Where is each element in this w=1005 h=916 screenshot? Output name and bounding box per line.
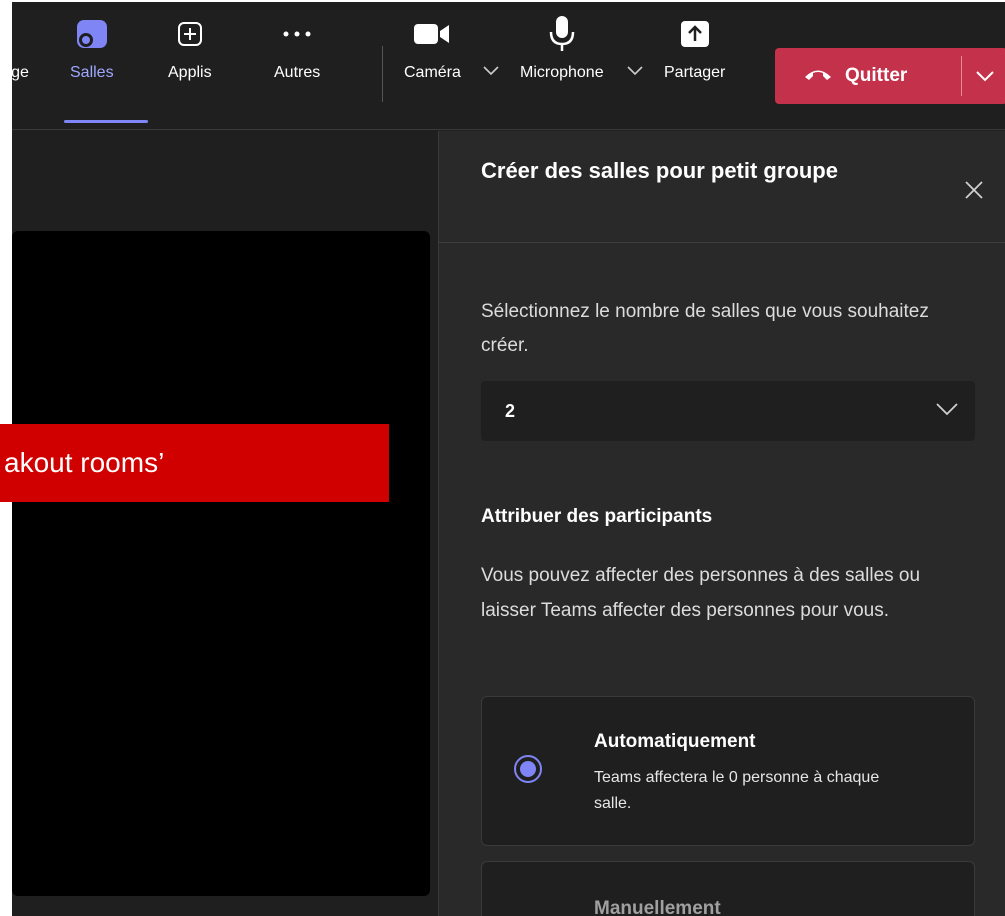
teams-meeting-window: ge Salles Applis Autres Caméra Microphon… bbox=[0, 0, 1005, 916]
annotation-banner-text: akout rooms’ bbox=[4, 447, 165, 478]
share-icon bbox=[675, 12, 715, 56]
video-area bbox=[12, 231, 430, 896]
quitter-button-group: Quitter bbox=[775, 48, 1005, 104]
active-tab-indicator bbox=[64, 120, 148, 123]
more-dots-icon bbox=[277, 12, 317, 56]
assign-participants-description: Vous pouvez affecter des personnes à des… bbox=[481, 565, 921, 621]
option-automatic-title: Automatiquement bbox=[594, 731, 756, 752]
option-manual[interactable]: Manuellement bbox=[481, 861, 975, 916]
applis-button[interactable]: Applis bbox=[168, 12, 212, 82]
toolbar-partial-button[interactable]: ge bbox=[0, 12, 40, 82]
partager-label: Partager bbox=[664, 64, 726, 81]
applis-label: Applis bbox=[168, 64, 212, 81]
quitter-options-chevron[interactable] bbox=[962, 48, 1005, 104]
annotation-banner: akout rooms’ bbox=[0, 424, 389, 502]
toolbar-partial-label: ge bbox=[11, 64, 29, 81]
option-automatic[interactable]: Automatiquement Teams affectera le 0 per… bbox=[481, 696, 975, 846]
microphone-icon bbox=[542, 12, 582, 56]
panel-header: Créer des salles pour petit groupe bbox=[439, 131, 1005, 243]
camera-label: Caméra bbox=[404, 64, 461, 81]
rooms-count-select[interactable]: 2 bbox=[481, 381, 975, 441]
toolbar-separator bbox=[382, 46, 383, 102]
autres-button[interactable]: Autres bbox=[274, 12, 320, 82]
option-manual-title: Manuellement bbox=[594, 898, 721, 916]
camera-options-chevron[interactable] bbox=[482, 64, 500, 80]
radio-selected-dot bbox=[520, 761, 536, 777]
assign-participants-heading: Attribuer des participants bbox=[481, 506, 713, 527]
quitter-button[interactable]: Quitter bbox=[775, 48, 961, 104]
rooms-count-description: Sélectionnez le nombre de salles que vou… bbox=[481, 301, 929, 356]
rooms-count-value: 2 bbox=[505, 400, 516, 421]
automatic-radio[interactable] bbox=[514, 755, 542, 783]
close-icon[interactable] bbox=[959, 175, 989, 205]
camera-icon bbox=[412, 12, 452, 56]
option-automatic-description: Teams affectera le 0 personne à chaque s… bbox=[594, 769, 880, 812]
autres-label: Autres bbox=[274, 64, 321, 81]
quitter-label: Quitter bbox=[845, 65, 908, 86]
partager-button[interactable]: Partager bbox=[664, 12, 725, 82]
microphone-label: Microphone bbox=[520, 64, 604, 81]
panel-title: Créer des salles pour petit groupe bbox=[481, 158, 838, 183]
microphone-options-chevron[interactable] bbox=[626, 64, 644, 80]
microphone-button[interactable]: Microphone bbox=[520, 12, 604, 82]
rooms-icon bbox=[72, 12, 112, 56]
chevron-down-icon bbox=[935, 402, 959, 421]
phone-hangup-icon bbox=[803, 66, 833, 87]
camera-button[interactable]: Caméra bbox=[404, 12, 461, 82]
salles-button[interactable]: Salles bbox=[70, 12, 114, 82]
meeting-toolbar: ge Salles Applis Autres Caméra Microphon… bbox=[11, 0, 1005, 130]
salles-label: Salles bbox=[70, 64, 114, 81]
breakout-rooms-panel: Créer des salles pour petit groupe Sélec… bbox=[438, 131, 1005, 916]
plus-square-icon bbox=[170, 12, 210, 56]
